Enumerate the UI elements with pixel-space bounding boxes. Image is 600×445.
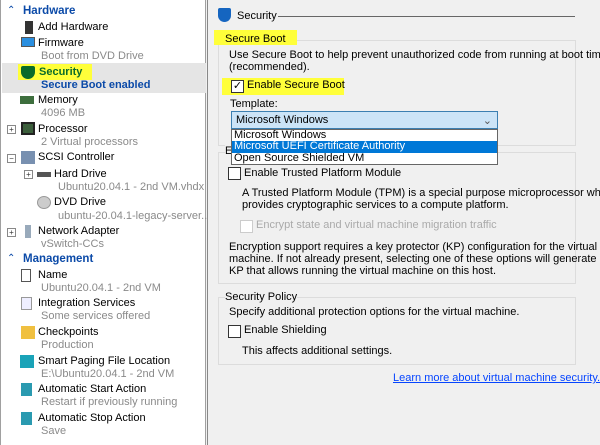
expand-icon[interactable]: + — [24, 170, 33, 179]
secure-boot-desc: Use Secure Boot to help prevent unauthor… — [229, 49, 600, 61]
tree-item-sub: vSwitch-CCs — [41, 238, 104, 250]
firmware-icon — [21, 37, 35, 47]
kp-desc: Encryption support requires a key protec… — [229, 241, 598, 253]
smart-paging-icon — [20, 355, 34, 368]
security-policy-label: Security Policy — [225, 291, 298, 303]
expand-icon[interactable]: + — [7, 125, 16, 134]
expand-icon[interactable]: + — [7, 228, 16, 237]
tree-item-sub: ubuntu-20.04.1-legacy-server... — [58, 210, 211, 222]
collapse-icon[interactable]: ⌃ — [7, 5, 15, 16]
secure-boot-desc: (recommended). — [229, 61, 310, 73]
start-action-icon — [21, 383, 32, 396]
title-divider — [278, 16, 575, 17]
panel-title: Security — [237, 10, 277, 22]
tpm-desc: A Trusted Platform Module (TPM) is a spe… — [242, 187, 600, 199]
tree-item-sub: Restart if previously running — [41, 396, 178, 408]
section-hardware[interactable]: Hardware — [23, 5, 75, 17]
tree-item-sub: Secure Boot enabled — [41, 79, 151, 91]
section-management[interactable]: Management — [23, 253, 93, 265]
tree-item-sub: 2 Virtual processors — [41, 136, 139, 148]
tree-item-scsi-controller[interactable]: SCSI Controller — [38, 151, 114, 163]
tree-item-sub: Save — [41, 425, 67, 437]
encrypt-traffic-checkbox[interactable] — [240, 220, 253, 233]
integration-services-icon — [21, 297, 32, 310]
option-open-source-shielded-vm[interactable]: Open Source Shielded VM — [232, 152, 497, 164]
stop-action-icon — [21, 412, 32, 425]
enable-tpm-checkbox[interactable] — [228, 167, 241, 180]
checkpoints-icon — [21, 326, 35, 339]
tree-item-auto-stop[interactable]: Automatic Stop Action — [38, 412, 146, 424]
option-microsoft-uefi-ca[interactable]: Microsoft UEFI Certificate Authority — [232, 141, 497, 153]
tree-item-security[interactable]: Security — [39, 66, 82, 78]
enable-shielding-label[interactable]: Enable Shielding — [244, 324, 327, 336]
tree-item-smart-paging[interactable]: Smart Paging File Location — [38, 355, 170, 367]
secure-boot-label: Secure Boot — [225, 33, 286, 45]
policy-note: This affects additional settings. — [242, 345, 393, 357]
chevron-down-icon[interactable]: ⌄ — [483, 114, 492, 127]
tree-item-memory[interactable]: Memory — [38, 94, 78, 106]
scsi-controller-icon — [21, 151, 35, 164]
encrypt-traffic-label: Encrypt state and virtual machine migrat… — [256, 219, 497, 231]
dvd-icon — [37, 196, 51, 209]
tree-item-sub: Boot from DVD Drive — [41, 50, 144, 62]
settings-tree: ⌃ Hardware Add Hardware Firmware Boot fr… — [0, 0, 210, 445]
tree-item-hard-drive[interactable]: Hard Drive — [54, 168, 107, 180]
learn-more-link[interactable]: Learn more about virtual machine securit… — [393, 372, 600, 384]
tree-item-processor[interactable]: Processor — [38, 123, 88, 135]
enable-secure-boot-checkbox[interactable]: ✓ — [231, 80, 244, 93]
enable-tpm-label[interactable]: Enable Trusted Platform Module — [244, 167, 401, 179]
collapse-icon[interactable]: − — [7, 154, 16, 163]
shield-icon — [218, 8, 231, 22]
processor-icon — [21, 122, 35, 135]
tpm-desc: provides cryptographic services to a com… — [242, 199, 509, 211]
add-hardware-icon — [25, 21, 33, 34]
tree-item-sub: Some services offered — [41, 310, 151, 322]
tree-item-sub: Ubuntu20.04.1 - 2nd VM.vhdx — [58, 181, 205, 193]
tree-item-sub: Production — [41, 339, 94, 351]
tree-item-name[interactable]: Name — [38, 269, 67, 281]
tree-item-auto-start[interactable]: Automatic Start Action — [38, 383, 146, 395]
tree-item-sub: Ubuntu20.04.1 - 2nd VM — [41, 282, 161, 294]
enable-shielding-checkbox[interactable] — [228, 325, 241, 338]
tree-item-add-hardware[interactable]: Add Hardware — [38, 21, 108, 33]
tree-item-network-adapter[interactable]: Network Adapter — [38, 225, 119, 237]
tree-item-sub: E:\Ubuntu20.04.1 - 2nd VM — [41, 368, 175, 380]
hard-drive-icon — [37, 172, 51, 177]
tree-item-dvd-drive[interactable]: DVD Drive — [54, 196, 106, 208]
enable-secure-boot-label[interactable]: Enable Secure Boot — [247, 79, 345, 91]
network-adapter-icon — [25, 225, 31, 238]
name-icon — [21, 269, 31, 282]
policy-desc: Specify additional protection options fo… — [229, 306, 520, 318]
collapse-icon[interactable]: ⌃ — [7, 253, 15, 264]
template-value: Microsoft Windows — [236, 114, 329, 126]
tree-item-checkpoints[interactable]: Checkpoints — [38, 326, 99, 338]
memory-icon — [20, 96, 34, 104]
template-options-list[interactable]: Microsoft Windows Microsoft UEFI Certifi… — [231, 129, 498, 165]
tree-item-integration-services[interactable]: Integration Services — [38, 297, 135, 309]
kp-desc: machine. If not already present, selecti… — [229, 253, 600, 265]
kp-desc: KP that allows running the virtual machi… — [229, 265, 497, 277]
template-label: Template: — [230, 98, 278, 110]
tree-item-sub: 4096 MB — [41, 107, 86, 119]
tree-item-firmware[interactable]: Firmware — [38, 37, 84, 49]
template-dropdown[interactable]: Microsoft Windows ⌄ — [231, 111, 498, 129]
